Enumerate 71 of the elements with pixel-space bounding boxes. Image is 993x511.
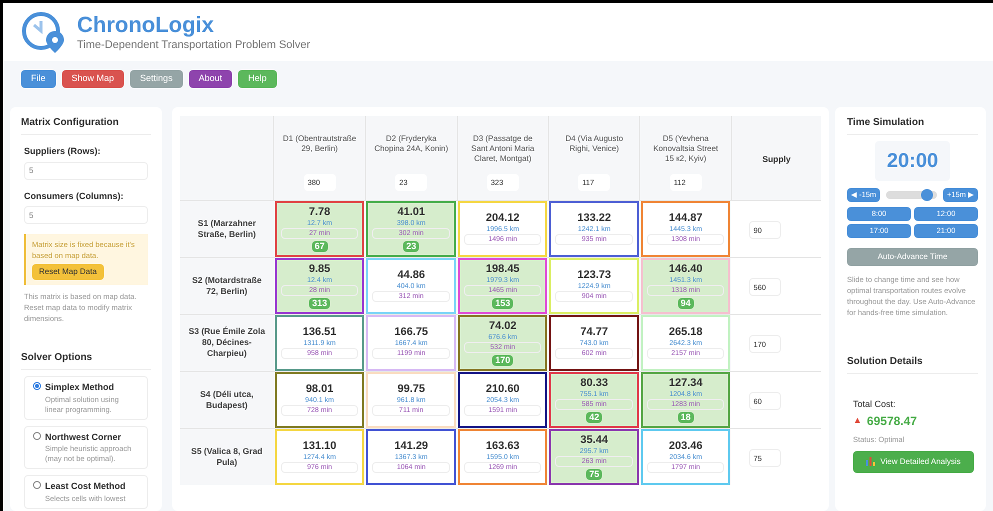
allocation-badge: 313	[309, 298, 330, 308]
cost-value: 74.77	[580, 326, 608, 339]
column-heading: D3 (Passatge de Sant Antoni Maria Claret, Montgat)	[470, 134, 536, 165]
cost-value: 74.02	[488, 320, 516, 332]
cost-value: 123.73	[577, 269, 612, 282]
row-heading: S2 (Motardstraße 72, Berlin)	[191, 274, 263, 296]
cost-value: 265.18	[668, 326, 703, 339]
section-title: Solver Options	[21, 350, 151, 370]
column-heading: D5 (Yevhena Konovaltsia Street 15 к2, Kyiv)	[652, 134, 720, 165]
app-title: ChronoLogix	[77, 12, 215, 38]
input-field[interactable]: 5	[24, 162, 148, 180]
column-heading: D4 (Via Augusto Righi, Venice)	[564, 134, 624, 155]
cost-value: 166.75	[394, 326, 428, 339]
option-title: Simplex Method	[45, 381, 116, 394]
allocation-badge: 42	[586, 412, 602, 422]
trend-indicator: ▲	[853, 414, 862, 427]
allocation-badge: 18	[678, 412, 694, 422]
row-heading: S5 (Valica 8, Grad Pula)	[190, 446, 264, 468]
cost-value: 133.22	[577, 212, 612, 225]
row-heading: S1 (Marzahner Straße, Berlin)	[196, 218, 257, 240]
cost-value: 80.33	[580, 376, 608, 390]
column-heading: D1 (Obentrautstraße 29, Berlin)	[282, 134, 358, 155]
cost-value: 163.63	[486, 440, 520, 454]
cost-value: 198.45	[486, 262, 520, 276]
time-slider[interactable]	[886, 191, 937, 199]
column-heading: Supply	[762, 154, 791, 164]
field-label: Consumers (Columns):	[24, 190, 125, 203]
section-title: Matrix Configuration	[21, 115, 151, 135]
cost-value: 204.12	[486, 212, 520, 225]
cost-value: 99.75	[397, 383, 425, 396]
cost-value: 98.01	[306, 383, 334, 396]
slider-thumb[interactable]	[920, 189, 933, 201]
row-heading: S3 (Rue Émile Zola 80, Décines-Charpieu)	[188, 326, 266, 359]
cost-value: 136.51	[302, 326, 336, 339]
reset-button[interactable]: Reset Map Data	[32, 264, 104, 280]
cost-value: 210.60	[486, 383, 520, 396]
cost-value: 131.10	[302, 440, 336, 454]
cost-value: 9.85	[308, 262, 330, 276]
allocation-badge: 23	[403, 240, 420, 252]
allocation-badge: 153	[492, 298, 514, 308]
cost-value: 35.44	[580, 434, 608, 447]
section-title: Time Simulation	[847, 115, 978, 135]
cost-value: 7.78	[308, 206, 330, 218]
option-title: Least Cost Method	[45, 480, 126, 493]
radio-button[interactable]	[33, 432, 41, 440]
field-label: Suppliers (Rows):	[24, 145, 102, 158]
cost-value: 41.01	[397, 206, 425, 218]
radio-button[interactable]	[33, 382, 41, 390]
column-heading: D2 (Fryderyka Chopina 24A, Konin)	[373, 134, 450, 155]
app-subtitle: Time-Dependent Transportation Problem Solver	[77, 38, 310, 52]
cost-value: 146.40	[668, 262, 703, 276]
cost-value: 127.34	[668, 376, 703, 390]
allocation-badge: 94	[678, 298, 694, 308]
input-field[interactable]: 5	[24, 206, 148, 224]
cost-value: 203.46	[668, 440, 703, 454]
toolbar-button[interactable]: About	[188, 70, 232, 88]
bar-chart-icon	[866, 457, 876, 466]
radio-button[interactable]	[33, 481, 41, 489]
allocation-badge: 170	[492, 354, 514, 366]
cost-label: Total Cost:	[853, 398, 897, 411]
option-title: Northwest Corner	[45, 430, 122, 444]
time-display: 20:00	[874, 141, 950, 181]
cost-value: 144.87	[668, 212, 703, 225]
cost-value: 141.29	[394, 440, 428, 454]
allocation-badge: 67	[312, 240, 328, 252]
section-title: Solution Details	[847, 354, 978, 374]
row-heading: S4 (Déli utca, Budapest)	[199, 388, 255, 410]
allocation-badge: 75	[586, 468, 602, 480]
cost-value: 44.86	[397, 269, 425, 282]
toolbar-button[interactable]: Show Map	[62, 70, 124, 88]
total-cost-value: 69578.47	[866, 412, 917, 430]
